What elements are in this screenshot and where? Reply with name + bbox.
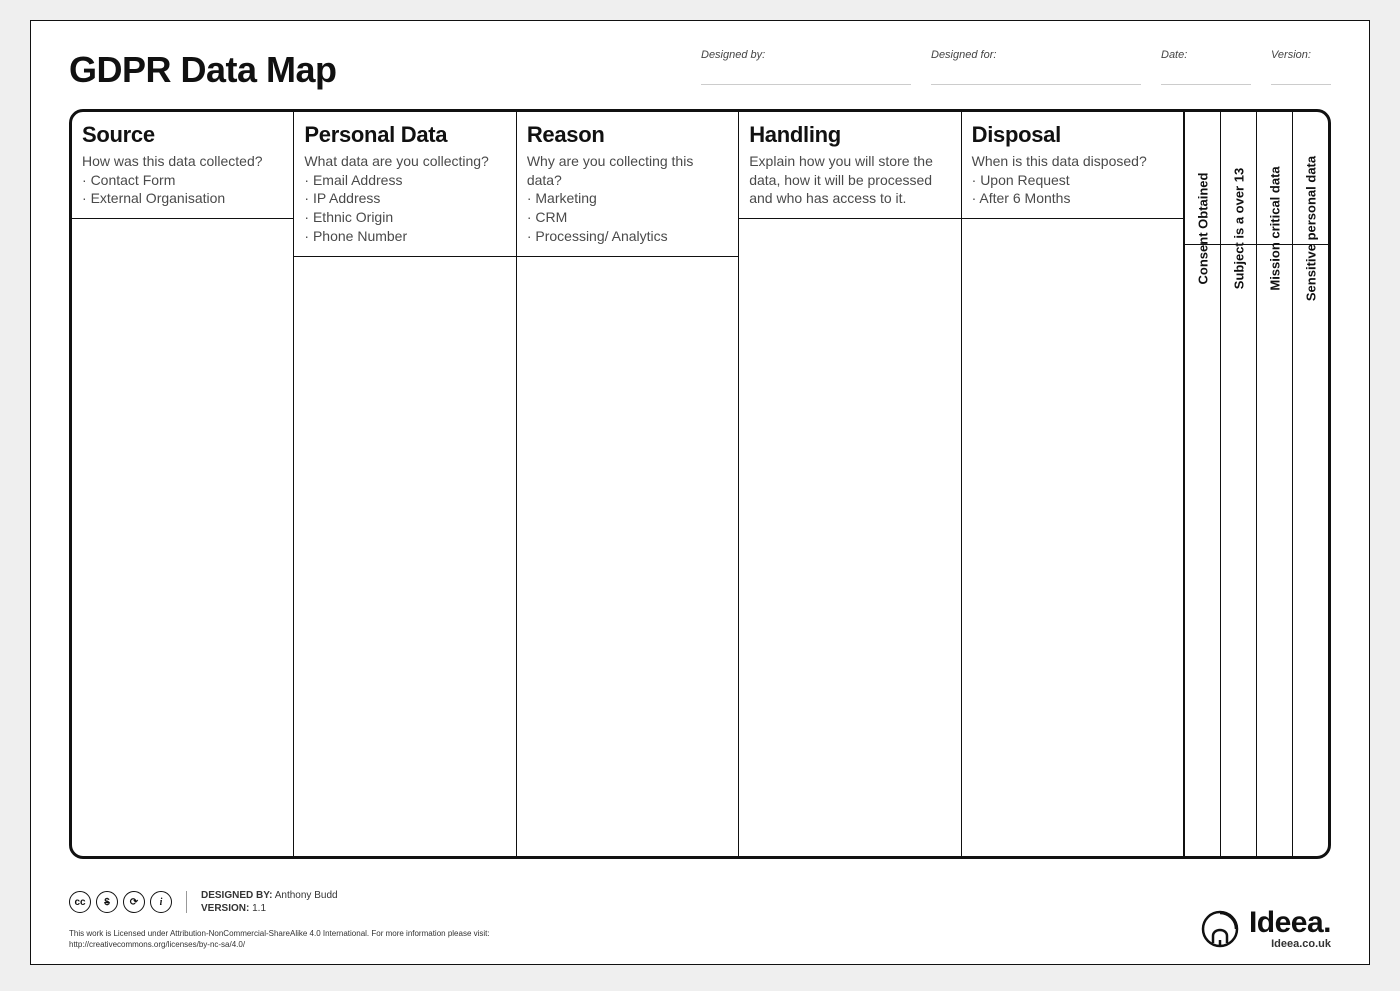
brand-logo-icon [1201, 910, 1239, 948]
check-col-over-13: Subject is a over 13 [1220, 112, 1256, 856]
check-body[interactable] [1221, 245, 1256, 856]
sa-icon: ⟳ [123, 891, 145, 913]
nc-icon: $ [96, 891, 118, 913]
check-col-sensitive: Sensitive personal data [1292, 112, 1328, 856]
example-item: CRM [527, 208, 728, 227]
example-item: IP Address [304, 189, 505, 208]
brand-url: Ideea.co.uk [1271, 938, 1331, 950]
footer-credits: DESIGNED BY: Anthony Budd VERSION: 1.1 [201, 889, 338, 915]
example-item: External Organisation [82, 189, 283, 208]
check-col-consent: Consent Obtained [1184, 112, 1220, 856]
meta-label: Date: [1161, 49, 1251, 61]
meta-label: Designed by: [701, 49, 911, 61]
by-icon: i [150, 891, 172, 913]
col-header: Personal Data What data are you collecti… [294, 112, 515, 257]
col-subtitle: Why are you collecting this data? [527, 152, 728, 190]
col-title: Source [82, 120, 283, 150]
gdpr-data-map-template: GDPR Data Map Designed by: Designed for:… [30, 20, 1370, 965]
col-title: Reason [527, 120, 728, 150]
version-value: 1.1 [252, 903, 266, 914]
checkbox-columns: Consent Obtained Subject is a over 13 Mi… [1184, 112, 1328, 856]
cc-row: cc $ ⟳ i DESIGNED BY: Anthony Budd VERSI… [69, 889, 338, 915]
col-title: Disposal [972, 120, 1173, 150]
meta-version: Version: [1271, 49, 1331, 85]
license-text: This work is Licensed under Attribution-… [69, 929, 490, 950]
example-item: After 6 Months [972, 189, 1173, 208]
cc-license-icons: cc $ ⟳ i [69, 891, 172, 913]
col-examples: Marketing CRM Processing/ Analytics [527, 189, 728, 246]
check-label: Subject is a over 13 [1231, 168, 1246, 289]
col-body[interactable] [294, 257, 515, 856]
col-header: Handling Explain how you will store the … [739, 112, 960, 219]
col-examples: Upon Request After 6 Months [972, 171, 1173, 209]
meta-date: Date: [1161, 49, 1251, 85]
check-body[interactable] [1257, 245, 1292, 856]
brand-name: Ideea. [1249, 908, 1331, 938]
col-body[interactable] [962, 219, 1183, 856]
col-header: Reason Why are you collecting this data?… [517, 112, 738, 257]
check-header: Consent Obtained [1185, 112, 1220, 245]
divider [186, 891, 187, 913]
example-item: Processing/ Analytics [527, 227, 728, 246]
col-title: Personal Data [304, 120, 505, 150]
page-title: GDPR Data Map [69, 49, 681, 91]
col-body[interactable] [739, 219, 960, 856]
check-body[interactable] [1293, 245, 1328, 856]
col-title: Handling [749, 120, 950, 150]
col-disposal: Disposal When is this data disposed? Upo… [962, 112, 1184, 856]
meta-version-field[interactable] [1271, 63, 1331, 85]
col-reason: Reason Why are you collecting this data?… [517, 112, 739, 856]
license-line-1: This work is Licensed under Attribution-… [69, 929, 490, 939]
example-item: Upon Request [972, 171, 1173, 190]
license-line-2: http://creativecommons.org/licenses/by-n… [69, 940, 490, 950]
col-subtitle: Explain how you will store the data, how… [749, 152, 950, 209]
meta-label: Version: [1271, 49, 1331, 61]
col-header: Source How was this data collected? Cont… [72, 112, 293, 219]
check-label: Mission critical data [1267, 166, 1282, 290]
col-subtitle: What data are you collecting? [304, 152, 505, 171]
example-item: Phone Number [304, 227, 505, 246]
footer: cc $ ⟳ i DESIGNED BY: Anthony Budd VERSI… [69, 889, 1331, 950]
col-subtitle: How was this data collected? [82, 152, 283, 171]
meta-label: Designed for: [931, 49, 1141, 61]
header-bar: GDPR Data Map Designed by: Designed for:… [69, 49, 1331, 91]
col-source: Source How was this data collected? Cont… [72, 112, 294, 856]
col-personal-data: Personal Data What data are you collecti… [294, 112, 516, 856]
col-handling: Handling Explain how you will store the … [739, 112, 961, 856]
meta-designed-for-field[interactable] [931, 63, 1141, 85]
brand-text: Ideea. Ideea.co.uk [1249, 908, 1331, 950]
check-col-mission-critical: Mission critical data [1256, 112, 1292, 856]
example-item: Contact Form [82, 171, 283, 190]
footer-left: cc $ ⟳ i DESIGNED BY: Anthony Budd VERSI… [69, 889, 490, 950]
example-item: Marketing [527, 189, 728, 208]
col-subtitle: When is this data disposed? [972, 152, 1173, 171]
col-header: Disposal When is this data disposed? Upo… [962, 112, 1183, 219]
meta-date-field[interactable] [1161, 63, 1251, 85]
example-item: Email Address [304, 171, 505, 190]
check-header: Mission critical data [1257, 112, 1292, 245]
col-body[interactable] [517, 257, 738, 856]
meta-designed-by: Designed by: [701, 49, 911, 85]
check-label: Consent Obtained [1195, 173, 1210, 285]
check-header: Subject is a over 13 [1221, 112, 1256, 245]
meta-designed-for: Designed for: [931, 49, 1141, 85]
designed-by-label: DESIGNED BY: [201, 890, 273, 901]
brand: Ideea. Ideea.co.uk [1201, 908, 1331, 950]
cc-icon: cc [69, 891, 91, 913]
designed-by-value: Anthony Budd [275, 890, 338, 901]
version-label: VERSION: [201, 903, 249, 914]
col-body[interactable] [72, 219, 293, 856]
meta-designed-by-field[interactable] [701, 63, 911, 85]
check-header: Sensitive personal data [1293, 112, 1328, 245]
data-map-canvas: Source How was this data collected? Cont… [69, 109, 1331, 859]
col-examples: Email Address IP Address Ethnic Origin P… [304, 171, 505, 247]
check-label: Sensitive personal data [1303, 156, 1318, 301]
col-examples: Contact Form External Organisation [82, 171, 283, 209]
check-body[interactable] [1185, 245, 1220, 856]
example-item: Ethnic Origin [304, 208, 505, 227]
